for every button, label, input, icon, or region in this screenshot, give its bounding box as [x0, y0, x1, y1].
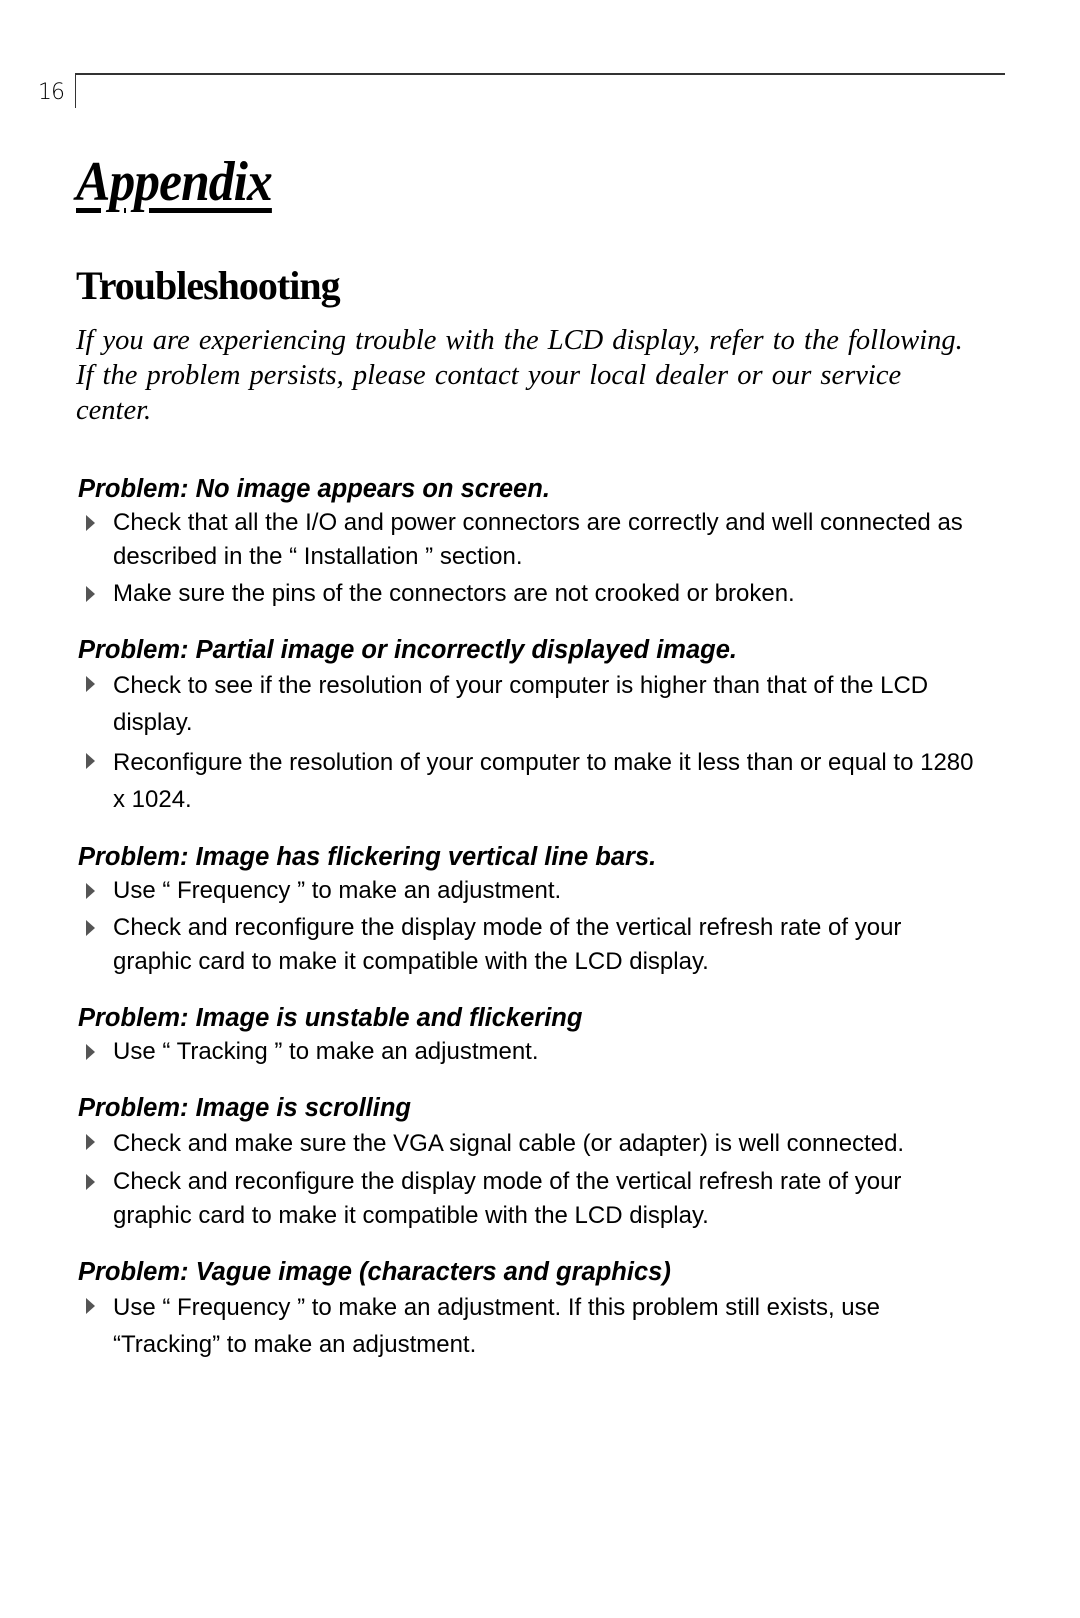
- triangle-bullet-icon: [86, 753, 95, 769]
- problem-no-image: Problem: No image appears on screen. Che…: [78, 472, 978, 611]
- list-item: Check and reconfigure the display mode o…: [78, 911, 978, 979]
- list-item: Check that all the I/O and power connect…: [78, 506, 978, 574]
- list-item: Use “ Frequency ” to make an adjustment.: [78, 874, 978, 908]
- page-number: 16: [38, 80, 65, 105]
- triangle-bullet-icon: [86, 920, 95, 936]
- list-item: Reconfigure the resolution of your compu…: [78, 744, 978, 818]
- problem-title: Problem: Image has flickering vertical l…: [78, 843, 657, 871]
- solution-list: Check that all the I/O and power connect…: [78, 506, 978, 611]
- solution-text: Reconfigure the resolution of your compu…: [113, 749, 974, 813]
- intro-paragraph: If you are experiencing trouble with the…: [76, 325, 963, 426]
- solution-text: Use “ Frequency ” to make an adjustment.: [113, 877, 562, 904]
- problem-vague-image: Problem: Vague image (characters and gra…: [78, 1255, 978, 1363]
- solution-text: Check and reconfigure the display mode o…: [113, 1168, 902, 1229]
- problem-scrolling: Problem: Image is scrolling Check and ma…: [78, 1091, 978, 1233]
- list-item: Check to see if the resolution of your c…: [78, 667, 978, 741]
- triangle-bullet-icon: [86, 1044, 95, 1060]
- page-heading: Appendix: [76, 151, 273, 213]
- triangle-bullet-icon: [86, 1134, 95, 1150]
- solution-text: Check and reconfigure the display mode o…: [113, 914, 902, 975]
- problem-title: Problem: Partial image or incorrectly di…: [78, 636, 737, 664]
- solution-text: Make sure the pins of the connectors are…: [113, 580, 795, 607]
- list-item: Make sure the pins of the connectors are…: [78, 577, 978, 611]
- solution-text: Check and make sure the VGA signal cable…: [113, 1130, 905, 1157]
- triangle-bullet-icon: [86, 883, 95, 899]
- problem-partial-image: Problem: Partial image or incorrectly di…: [78, 633, 978, 818]
- header-divider: [75, 73, 76, 108]
- solution-text: Check to see if the resolution of your c…: [113, 672, 929, 736]
- list-item: Check and make sure the VGA signal cable…: [78, 1125, 978, 1162]
- list-item: Use “ Frequency ” to make an adjustment.…: [78, 1289, 978, 1363]
- triangle-bullet-icon: [86, 586, 95, 602]
- list-item: Check and reconfigure the display mode o…: [78, 1165, 978, 1233]
- solution-list: Use “ Frequency ” to make an adjustment.…: [78, 874, 978, 979]
- problem-title: Problem: No image appears on screen.: [78, 475, 550, 503]
- problem-title: Problem: Image is scrolling: [78, 1094, 412, 1122]
- problem-title: Problem: Vague image (characters and gra…: [78, 1258, 671, 1286]
- triangle-bullet-icon: [86, 676, 95, 692]
- solution-list: Check and make sure the VGA signal cable…: [78, 1125, 978, 1233]
- problem-flickering-bars: Problem: Image has flickering vertical l…: [78, 840, 978, 979]
- troubleshooting-list: Problem: No image appears on screen. Che…: [78, 472, 978, 1363]
- triangle-bullet-icon: [86, 1298, 95, 1314]
- solution-list: Use “ Frequency ” to make an adjustment.…: [78, 1289, 978, 1363]
- triangle-bullet-icon: [86, 515, 95, 531]
- solution-list: Check to see if the resolution of your c…: [78, 667, 978, 818]
- solution-text: Use “ Tracking ” to make an adjustment.: [113, 1038, 539, 1065]
- solution-text: Check that all the I/O and power connect…: [113, 509, 963, 570]
- solution-text: Use “ Frequency ” to make an adjustment.…: [113, 1294, 880, 1358]
- list-item: Use “ Tracking ” to make an adjustment.: [78, 1035, 978, 1069]
- header-rule: [75, 73, 1005, 75]
- problem-unstable: Problem: Image is unstable and flickerin…: [78, 1001, 978, 1069]
- triangle-bullet-icon: [86, 1174, 95, 1190]
- section-title: Troubleshooting: [76, 263, 341, 308]
- problem-title: Problem: Image is unstable and flickerin…: [78, 1004, 583, 1032]
- solution-list: Use “ Tracking ” to make an adjustment.: [78, 1035, 978, 1069]
